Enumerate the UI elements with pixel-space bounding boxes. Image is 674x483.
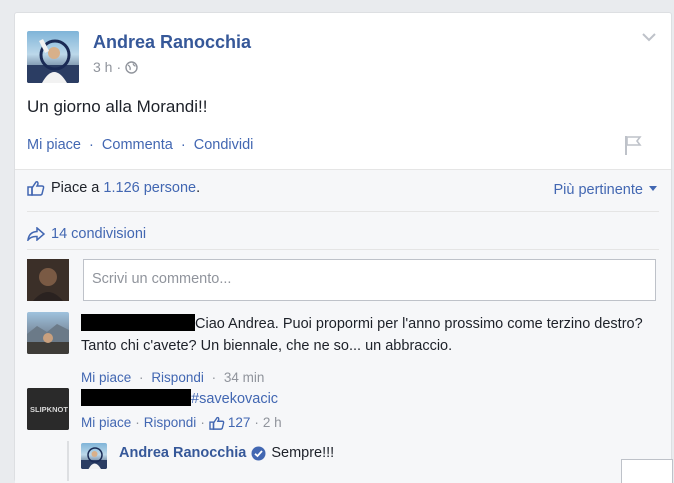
action-separator: · [254, 415, 259, 430]
commenter-avatar[interactable] [27, 312, 69, 354]
post-actions: Mi piace · Commenta · Condividi [27, 137, 253, 153]
likes-suffix: . [196, 180, 201, 196]
action-separator: · [89, 137, 94, 153]
comment-link[interactable]: Commenta [102, 137, 173, 153]
shares-count: 14 condivisioni [51, 226, 147, 242]
reply-author-name[interactable]: Andrea Ranocchia [119, 445, 246, 461]
reply-body: Andrea Ranocchia Sempre!!! [119, 445, 334, 461]
commenter-avatar[interactable]: SLIPKNOT [27, 388, 69, 430]
section-divider [15, 169, 671, 170]
verified-badge-icon [251, 446, 266, 460]
current-user-avatar[interactable] [27, 259, 69, 301]
share-arrow-icon [27, 227, 45, 241]
avatar-logo-text: SLIPKNOT [30, 405, 68, 414]
redacted-name [81, 389, 191, 406]
meta-separator: · [116, 59, 122, 75]
likes-prefix: Piace a [51, 180, 100, 196]
comment-actions: Mi piace · Rispondi · 34 min [81, 370, 264, 385]
hashtag-link[interactable]: #savekovacic [191, 391, 278, 407]
thumbs-up-icon [27, 181, 45, 196]
comment-time[interactable]: 34 min [224, 370, 265, 385]
reply-thread-line [67, 441, 69, 481]
thumbs-up-icon [209, 416, 225, 430]
reply-text: Sempre!!! [271, 445, 335, 461]
shares-summary[interactable]: 14 condivisioni [27, 226, 146, 242]
sort-dropdown[interactable]: Più pertinente [553, 182, 657, 198]
likes-summary: Piace a 1.126 persone. [27, 180, 200, 196]
author-avatar[interactable] [27, 31, 79, 83]
post-status-text: Un giorno alla Morandi!! [27, 97, 208, 116]
comment-time[interactable]: 2 h [263, 415, 282, 430]
flag-icon[interactable] [623, 133, 643, 157]
comment-reply-link[interactable]: Rispondi [151, 370, 204, 385]
comment-actions: Mi piace · Rispondi · 127 · 2 h [81, 415, 282, 430]
comment-body: Ciao Andrea. Puoi propormi per l'anno pr… [81, 313, 661, 357]
redacted-name [81, 314, 195, 331]
comment-like-link[interactable]: Mi piace [81, 415, 131, 430]
post-meta: 3 h · [93, 59, 138, 75]
action-separator: · [180, 137, 186, 153]
action-separator: · [200, 415, 205, 430]
post-card: Andrea Ranocchia 3 h · Un giorno alla Mo… [14, 12, 673, 483]
comment-reply-link[interactable]: Rispondi [144, 415, 197, 430]
likes-count-link[interactable]: 1.126 persone [103, 180, 196, 196]
caret-down-icon [649, 186, 657, 191]
comment-like-link[interactable]: Mi piace [81, 370, 131, 385]
comment-input[interactable]: Scrivi un commento... [83, 259, 656, 301]
section-divider [27, 249, 659, 250]
reply-author-avatar[interactable] [81, 443, 107, 469]
action-separator: · [135, 415, 140, 430]
sort-label: Più pertinente [553, 182, 643, 198]
globe-icon[interactable] [125, 60, 138, 74]
post-time[interactable]: 3 h [93, 59, 112, 75]
section-divider [27, 211, 659, 212]
action-separator: · [139, 370, 144, 385]
comment-body: #savekovacic [81, 389, 278, 407]
chat-tab-edge[interactable] [621, 459, 673, 483]
action-separator: · [211, 370, 217, 385]
like-link[interactable]: Mi piace [27, 137, 81, 153]
comment-like-count[interactable]: 127 [228, 415, 251, 430]
chevron-down-icon[interactable] [641, 31, 657, 43]
share-link[interactable]: Condividi [194, 137, 254, 153]
post-author-name[interactable]: Andrea Ranocchia [93, 32, 251, 53]
comment-placeholder: Scrivi un commento... [92, 271, 232, 287]
